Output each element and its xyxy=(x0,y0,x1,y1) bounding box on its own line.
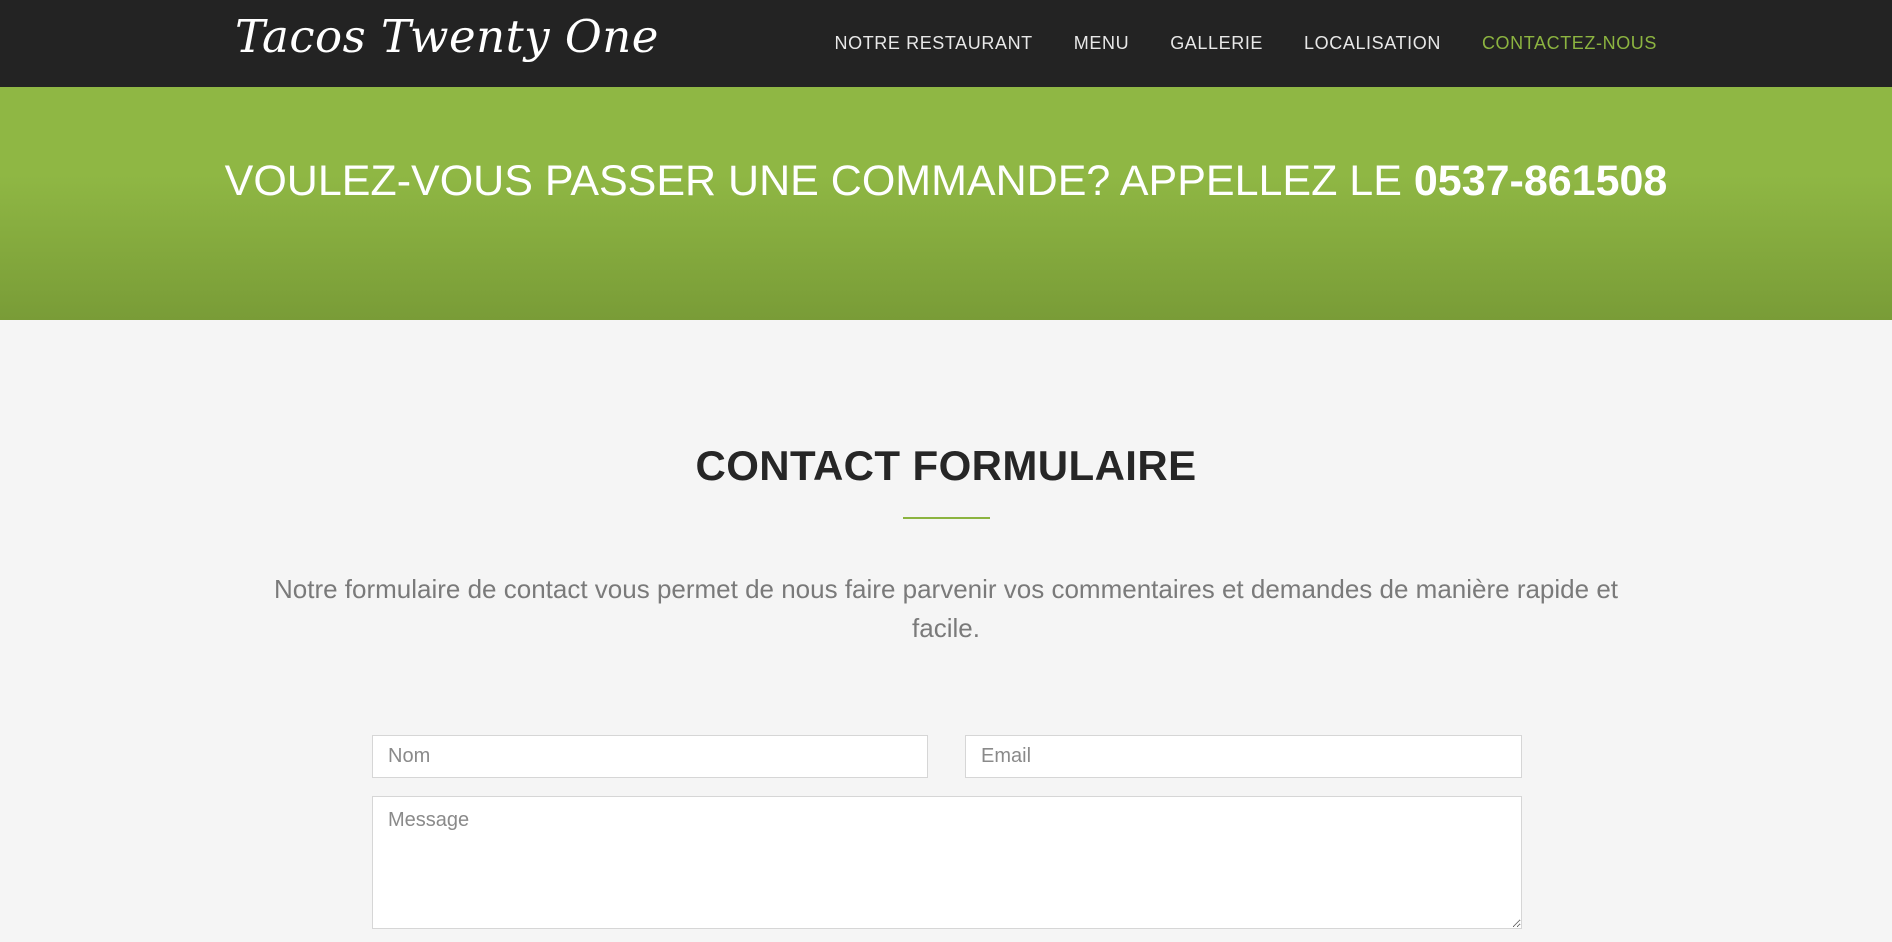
contact-section-title: CONTACT FORMULAIRE xyxy=(695,442,1197,489)
email-input[interactable] xyxy=(965,735,1522,778)
order-phone-number: 0537-861508 xyxy=(1413,157,1668,205)
nav-link-gallerie[interactable]: GALLERIE xyxy=(1170,33,1263,54)
title-underline-divider xyxy=(903,517,990,519)
brand-logo[interactable]: Tacos Twenty One xyxy=(235,10,659,63)
order-banner-text: VOULEZ-VOUS PASSER UNE COMMANDE? APPELLE… xyxy=(0,157,1892,206)
navbar: Tacos Twenty One NOTRE RESTAURANT MENU G… xyxy=(0,0,1892,87)
nav-link-contactez-nous[interactable]: CONTACTEZ-NOUS xyxy=(1482,33,1657,54)
contact-section-description: Notre formulaire de contact vous permet … xyxy=(273,574,1618,643)
nav-links: NOTRE RESTAURANT MENU GALLERIE LOCALISAT… xyxy=(835,0,1658,87)
nav-link-notre-restaurant[interactable]: NOTRE RESTAURANT xyxy=(835,33,1033,54)
nav-link-localisation[interactable]: LOCALISATION xyxy=(1304,33,1441,54)
order-banner: VOULEZ-VOUS PASSER UNE COMMANDE? APPELLE… xyxy=(0,87,1892,320)
name-input[interactable] xyxy=(372,735,928,778)
message-textarea[interactable] xyxy=(372,796,1522,929)
nav-link-menu[interactable]: MENU xyxy=(1074,33,1129,54)
order-banner-prompt: VOULEZ-VOUS PASSER UNE COMMANDE? APPELLE… xyxy=(224,157,1414,205)
